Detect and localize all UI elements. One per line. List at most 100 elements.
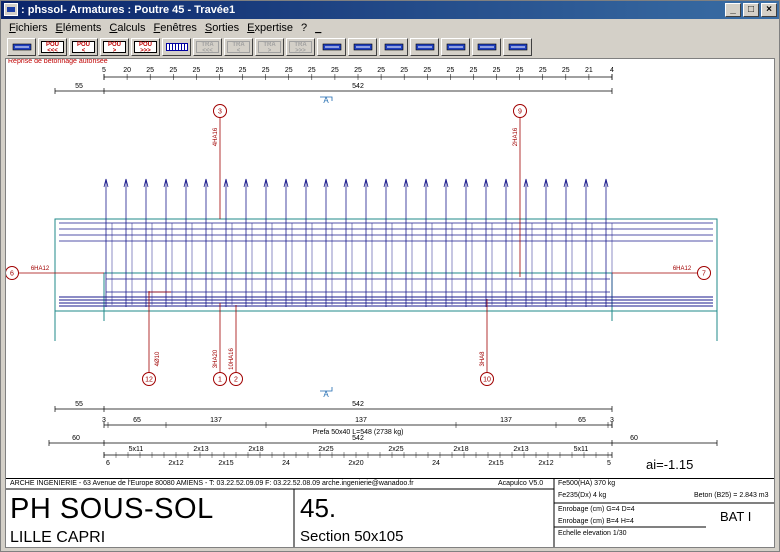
steel-fe235: Fe235(Dx) 4 kg (558, 492, 607, 499)
top-spacing-label: 25 (470, 67, 478, 74)
beam-button[interactable] (503, 38, 532, 56)
top-spacing-label: 25 (285, 67, 293, 74)
company-info: ARCHE INGENIERIE - 63 Avenue de l'Europe… (10, 480, 414, 487)
bars-button[interactable] (410, 38, 439, 56)
tra-first-button[interactable]: TRA <<< (193, 38, 222, 56)
menu-help[interactable]: ? (297, 22, 311, 34)
minimize-button[interactable]: _ (725, 3, 741, 17)
pou-last-label: POU >>> (134, 41, 157, 54)
top-spacing-label: 25 (262, 67, 270, 74)
app-icon[interactable] (4, 3, 18, 16)
tra-next-button[interactable]: TRA > (255, 38, 284, 56)
span-icon (165, 43, 188, 51)
support-icon (477, 43, 496, 51)
toolbar: POU <<< POU < POU > POU >>> TRA <<< TRA < TRA > TRA >>> (3, 37, 777, 57)
tra-next-label: TRA > (258, 41, 281, 54)
stirrup-spacing-top: 2x18 (453, 446, 468, 453)
bar-label-12: 4Ø10 (155, 351, 161, 366)
tra-last-button[interactable]: TRA >>> (286, 38, 315, 56)
top-spacing-label: 25 (516, 67, 524, 74)
elevation-scale: Echelle elevation 1/30 (558, 530, 627, 537)
stirrup-spacing-bottom: 2x20 (348, 460, 363, 467)
prefa-dim-label: 137 (355, 417, 367, 424)
bars-icon (415, 43, 434, 51)
stirrup-spacing-bottom: 2x15 (218, 460, 233, 467)
drawing-canvas[interactable]: Reprise de bétonnage autorisée 5 20 25 25 25… (5, 58, 775, 548)
bar-label-10: 3HA8 (480, 351, 486, 367)
menu-fenetres[interactable]: Fenêtres (149, 22, 200, 34)
pou-first-button[interactable]: POU <<< (38, 38, 67, 56)
menu-fichiers[interactable]: Fichiers (5, 22, 52, 34)
tra-last-label: TRA >>> (289, 41, 312, 54)
building-label: BAT I (720, 509, 752, 524)
stirrup-spacing-top: 2x25 (318, 446, 333, 453)
software-version: Acapulco V5.0 (498, 480, 544, 487)
slab-button[interactable] (379, 38, 408, 56)
steel-fe500: Fe500(HA) 370 kg (558, 480, 616, 487)
window-title: : phssol- Armatures : Poutre 45 - Travée… (21, 4, 236, 16)
stirrup-spacing-bottom: 2x12 (538, 460, 553, 467)
table-button[interactable] (348, 38, 377, 56)
top-spacing-label: 25 (146, 67, 154, 74)
leader-12-hook (148, 291, 171, 295)
tra-first-label: TRA <<< (196, 41, 219, 54)
marker-number-7: 7 (702, 271, 706, 278)
stirrup-spacing-top: 5x11 (574, 446, 589, 453)
cover-sides: Enrobage (cm) G=4 D=4 (558, 506, 635, 513)
tra-prev-label: TRA < (227, 41, 250, 54)
marker-number-10: 10 (483, 377, 491, 384)
stirrup-spacing-bottom: 24 (282, 460, 290, 467)
menu-elements[interactable]: Eléments (52, 22, 106, 34)
top-spacing-label: 25 (239, 67, 247, 74)
maximize-button[interactable]: □ (743, 3, 759, 17)
section-button[interactable] (317, 38, 346, 56)
span-view-button[interactable] (162, 38, 191, 56)
menu-minimize-child[interactable]: _ (311, 22, 325, 34)
top-spacing-label: 25 (423, 67, 431, 74)
stirrup-spacing-bottom: 2x12 (168, 460, 183, 467)
stirrup-spacing-top: 2x13 (513, 446, 528, 453)
bottom-left-dim: 55 (75, 401, 83, 408)
title-bar[interactable]: : phssol- Armatures : Poutre 45 - Travée… (1, 1, 779, 19)
beam-number: 45. (300, 493, 337, 523)
top-spacing-label: 25 (331, 67, 339, 74)
bar-label-3: 4HA16 (213, 127, 219, 146)
marker-number-1: 1 (218, 377, 222, 384)
overall-right-dim: 60 (630, 435, 638, 442)
stirrup-spacing-bottom: 5 (607, 460, 611, 467)
app-window: : phssol- Armatures : Poutre 45 - Travée… (0, 0, 780, 552)
menu-sorties[interactable]: Sorties (201, 22, 243, 34)
bar-label-9: 2HA16 (513, 127, 519, 146)
transfer-button[interactable] (441, 38, 470, 56)
prefa-dim-label: 65 (133, 417, 141, 424)
top-spacing-label: 25 (192, 67, 200, 74)
bar-label-7: 6HA12 (673, 266, 692, 272)
beam-section: Section 50x105 (300, 528, 404, 545)
close-button[interactable]: × (761, 3, 777, 17)
beam-icon (508, 43, 527, 51)
tra-prev-button[interactable]: TRA < (224, 38, 253, 56)
pou-next-button[interactable]: POU > (100, 38, 129, 56)
beam-elevation-drawing: 5 20 25 25 25 25 25 25 25 25 25 25 25 25 25 25 25 25 25 25 2… (6, 67, 718, 467)
top-spacing-label: 25 (400, 67, 408, 74)
top-spacing-label: 25 (308, 67, 316, 74)
select-tool-button[interactable] (7, 38, 36, 56)
pou-last-button[interactable]: POU >>> (131, 38, 160, 56)
stirrup-spacing-bottom: 6 (106, 460, 110, 467)
pou-prev-button[interactable]: POU < (69, 38, 98, 56)
menu-bar: Fichiers Eléments Calculs Fenêtres Sorti… (1, 19, 779, 37)
marker-number-3: 3 (218, 109, 222, 116)
prefa-dim-label: 137 (210, 417, 222, 424)
top-spacing-label: 25 (562, 67, 570, 74)
menu-calculs[interactable]: Calculs (105, 22, 149, 34)
section-icon (322, 43, 341, 51)
support-button[interactable] (472, 38, 501, 56)
top-spacing-label: 25 (539, 67, 547, 74)
prefa-dim-label: 65 (578, 417, 586, 424)
prefa-dim-label: 137 (500, 417, 512, 424)
top-spacing-label: 25 (169, 67, 177, 74)
menu-expertise[interactable]: Expertise (243, 22, 297, 34)
stirrup-spacing-top: 5x11 (129, 446, 144, 453)
marker-number-6: 6 (10, 271, 14, 278)
slab-icon (384, 43, 403, 51)
